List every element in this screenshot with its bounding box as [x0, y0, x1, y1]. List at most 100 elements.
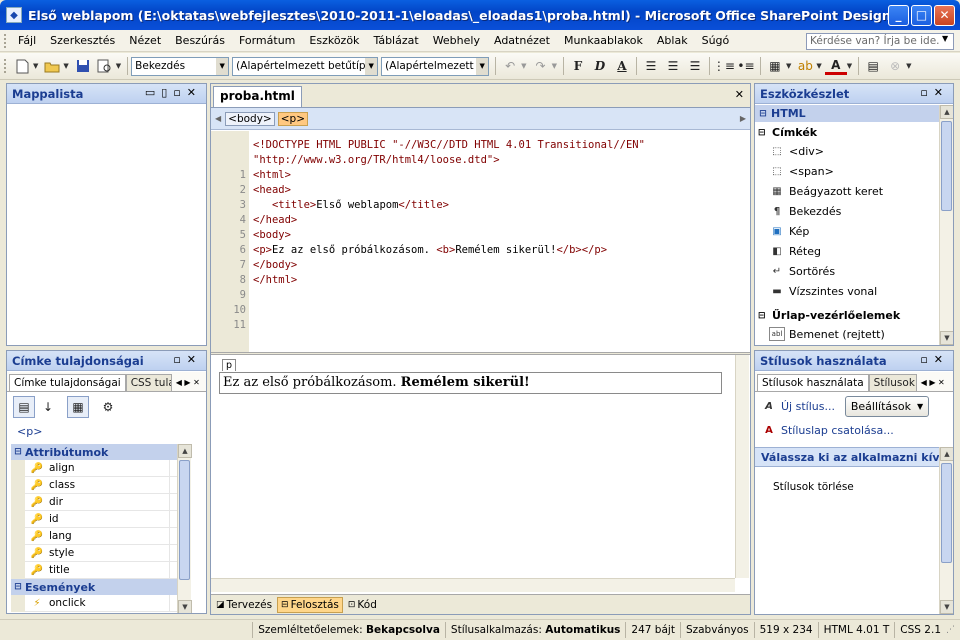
font-combo[interactable]: (Alapértelmezett betűtípus) ▼ [232, 56, 379, 76]
menu-table[interactable]: Táblázat [366, 30, 425, 52]
scroll-up-icon[interactable]: ▲ [940, 105, 953, 119]
scroll-thumb[interactable] [179, 460, 190, 580]
menu-view[interactable]: Nézet [122, 30, 168, 52]
design-hscroll[interactable] [211, 578, 735, 592]
styles-scrollbar[interactable]: ▲ ▼ [939, 447, 953, 614]
code-line[interactable] [253, 288, 645, 303]
numbered-list-icon[interactable]: ⋮≡ [713, 55, 735, 77]
menu-format[interactable]: Formátum [232, 30, 302, 52]
collapse-icon[interactable]: ⊟ [758, 311, 772, 321]
toolbox-item[interactable]: ▣ Kép [755, 221, 939, 241]
tag-settings-icon[interactable]: ⚙ [97, 396, 119, 418]
redo-icon[interactable]: ↷ [530, 55, 552, 77]
attach-stylesheet-link[interactable]: A Stíluslap csatolása... [761, 423, 894, 437]
attribute-row[interactable]: 🔑 align [11, 459, 187, 477]
undo-dropdown-icon[interactable]: ▼ [521, 62, 526, 70]
style-application-status[interactable]: Stílusalkalmazás: Automatikus [444, 622, 626, 638]
code-line[interactable]: </body> [253, 258, 645, 273]
design-tag-label[interactable]: p [222, 359, 237, 371]
close-pane-icon[interactable]: ✕ [934, 353, 949, 366]
align-left-icon[interactable]: ☰ [640, 55, 662, 77]
toolbox-item[interactable]: ▬ Vízszintes vonal [755, 281, 939, 301]
menu-task-panes[interactable]: Munkaablakok [557, 30, 650, 52]
minimize-button[interactable]: _ [888, 4, 909, 26]
menu-window[interactable]: Ablak [650, 30, 695, 52]
insert-table-icon[interactable]: ▤ [862, 55, 884, 77]
save-icon[interactable] [72, 55, 94, 77]
help-dropdown-icon[interactable]: ▼ [942, 34, 948, 43]
design-vscroll[interactable] [735, 355, 749, 578]
minimize-pane-icon[interactable]: ▫ [920, 353, 933, 366]
menu-site[interactable]: Webhely [426, 30, 487, 52]
event-row[interactable]: ⚡ onclick [11, 594, 187, 612]
title-bar[interactable]: ◆ Első weblapom (E:\oktatas\webfejleszte… [0, 0, 960, 30]
toolbar-grip[interactable] [4, 59, 7, 73]
close-document-icon[interactable]: ✕ [735, 88, 744, 101]
breadcrumb-body[interactable]: <body> [225, 111, 275, 126]
bulleted-list-icon[interactable]: •≡ [735, 55, 757, 77]
scroll-up-icon[interactable]: ▲ [178, 444, 192, 458]
attribute-row[interactable]: 🔑 dir [11, 493, 187, 511]
code-view-button[interactable]: ⊡ Kód [345, 597, 380, 613]
breadcrumb-left-icon[interactable]: ◀ [215, 114, 221, 123]
categorized-icon[interactable]: ▤ [13, 396, 35, 418]
toolbox-group-tags[interactable]: ⊟ Címkék [755, 124, 939, 141]
resize-grip-icon[interactable]: ⋰ [946, 625, 960, 635]
bold-button[interactable]: F [567, 55, 589, 77]
code-line[interactable]: </html> [253, 273, 645, 288]
tab-css-properties[interactable]: CSS tula [125, 374, 172, 391]
chevron-down-icon[interactable]: ▼ [476, 57, 489, 75]
design-view[interactable]: p Ez az első próbálkozásom. Remélem sike… [211, 355, 750, 593]
category-attributes[interactable]: ⊟ Attribútumok [11, 444, 187, 460]
attribute-row[interactable]: 🔑 class [11, 476, 187, 494]
redo-dropdown-icon[interactable]: ▼ [552, 62, 557, 70]
code-line[interactable]: <!DOCTYPE HTML PUBLIC "-//W3C//DTD HTML … [253, 138, 645, 153]
new-dropdown-icon[interactable]: ▼ [33, 62, 38, 70]
font-size-combo[interactable]: (Alapértelmezett m ▼ [381, 56, 490, 76]
toolbox-item[interactable]: abl Bemenet (rejtett) [755, 324, 939, 344]
code-line[interactable]: </head> [253, 213, 645, 228]
font-color-icon[interactable]: A [824, 57, 847, 75]
menu-data-view[interactable]: Adatnézet [487, 30, 557, 52]
code-lines[interactable]: <!DOCTYPE HTML PUBLIC "-//W3C//DTD HTML … [249, 131, 645, 352]
breadcrumb-right-icon[interactable]: ▶ [740, 114, 746, 123]
underline-button[interactable]: A [611, 55, 633, 77]
style-combo[interactable]: Bekezdés ▼ [131, 56, 230, 76]
code-line[interactable]: <body> [253, 228, 645, 243]
close-pane-icon[interactable]: ✕ [934, 86, 949, 99]
collapse-icon[interactable]: ⊟ [758, 128, 772, 138]
options-button[interactable]: Beállítások ▼ [845, 396, 929, 417]
attribute-row[interactable]: 🔑 id [11, 510, 187, 528]
chevron-down-icon[interactable]: ▼ [365, 57, 378, 75]
toolbox-item[interactable]: ⬚ <div> [755, 141, 939, 161]
menu-tools[interactable]: Eszközök [302, 30, 366, 52]
scroll-down-icon[interactable]: ▼ [940, 600, 953, 614]
code-line[interactable]: <html> [253, 168, 645, 183]
scroll-up-icon[interactable]: ▲ [940, 447, 953, 461]
open-folder-icon[interactable] [41, 55, 63, 77]
html-version-status[interactable]: HTML 4.01 T [817, 622, 895, 638]
code-line[interactable]: <p>Ez az első próbálkozásom. <b>Remélem … [253, 243, 645, 258]
toolbox-scrollbar[interactable]: ▲ ▼ [939, 105, 953, 345]
tab-tag-properties[interactable]: Címke tulajdonságai [9, 374, 126, 391]
category-events[interactable]: ⊟ Események [11, 579, 187, 595]
align-center-icon[interactable]: ☰ [662, 55, 684, 77]
scroll-down-icon[interactable]: ▼ [178, 600, 192, 613]
split-view-button[interactable]: ⊟ Felosztás [277, 596, 343, 613]
close-pane-icon[interactable]: ✕ [187, 86, 202, 99]
scroll-down-icon[interactable]: ▼ [940, 331, 953, 345]
minimize-pane-icon[interactable]: ▫ [920, 86, 933, 99]
menu-insert[interactable]: Beszúrás [168, 30, 232, 52]
toolbox-item[interactable]: ◧ Réteg [755, 241, 939, 261]
borders-dropdown-icon[interactable]: ▼ [786, 62, 791, 70]
new-page-icon[interactable]: ▯ [161, 86, 173, 99]
toolbox-group-form-controls[interactable]: ⊟ Űrlap-vezérlőelemek [755, 307, 939, 324]
menu-edit[interactable]: Szerkesztés [43, 30, 122, 52]
collapse-icon[interactable]: ⊟ [755, 109, 771, 119]
design-paragraph[interactable]: Ez az első próbálkozásom. Remélem sikerü… [219, 372, 722, 394]
tab-manage-styles[interactable]: Stílusok ke [868, 374, 917, 391]
menu-file[interactable]: Fájl [11, 30, 43, 52]
help-search-input[interactable]: Kérdése van? Írja be ide. [806, 33, 954, 50]
toolbar-options-icon[interactable]: ▼ [906, 62, 911, 70]
scroll-thumb[interactable] [941, 121, 952, 211]
